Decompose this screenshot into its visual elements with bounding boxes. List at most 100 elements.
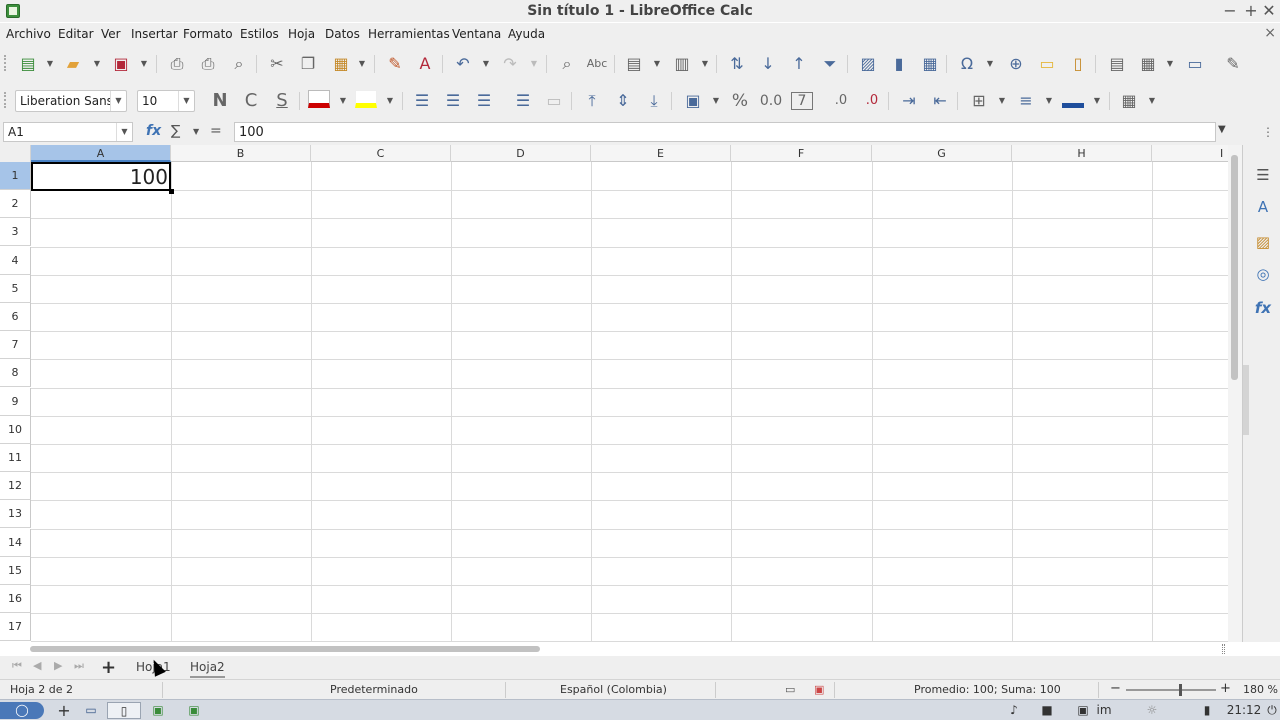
pivot-table-icon[interactable]: ▦: [919, 53, 941, 75]
italic-button[interactable]: C: [240, 90, 262, 112]
column-icon[interactable]: ▥: [671, 53, 693, 75]
next-sheet-icon[interactable]: ▶: [54, 659, 62, 672]
number-format-button[interactable]: 0.0: [756, 90, 786, 112]
column-header-f[interactable]: F: [731, 145, 872, 162]
border-color-icon[interactable]: [1062, 90, 1084, 112]
column-header-c[interactable]: C: [311, 145, 451, 162]
column-header-h[interactable]: H: [1012, 145, 1152, 162]
percent-format-button[interactable]: %: [729, 90, 751, 112]
chevron-down-icon[interactable]: ▼: [116, 123, 132, 141]
undo-dropdown-icon[interactable]: ▼: [482, 53, 490, 75]
header-footer-icon[interactable]: ▯: [1067, 53, 1089, 75]
freeze-rows-columns-icon[interactable]: ▦: [1137, 53, 1159, 75]
print-icon[interactable]: ⎙: [197, 53, 219, 75]
last-sheet-icon[interactable]: ⏭: [74, 659, 84, 673]
power-icon[interactable]: ⏻: [1264, 702, 1280, 719]
row-header-10[interactable]: 10: [0, 416, 31, 444]
row-header-5[interactable]: 5: [0, 275, 31, 303]
clone-formatting-icon[interactable]: ✎: [384, 53, 406, 75]
align-center-icon[interactable]: ☰: [442, 90, 464, 112]
ime-indicator[interactable]: im: [1096, 702, 1112, 719]
cells-area[interactable]: 100: [31, 162, 1231, 642]
redo-dropdown-icon[interactable]: ▼: [530, 53, 538, 75]
sort-icon[interactable]: ⇅: [726, 53, 748, 75]
special-character-icon[interactable]: Ω: [956, 53, 978, 75]
fill-handle[interactable]: [169, 189, 174, 194]
align-bottom-icon[interactable]: ⤓: [643, 90, 665, 112]
sidebar-resize-handle[interactable]: [1243, 365, 1249, 435]
hyperlink-icon[interactable]: ⊕: [1005, 53, 1027, 75]
border-color-dropdown-icon[interactable]: ▼: [1093, 90, 1101, 112]
insert-chart-icon[interactable]: ▮: [888, 53, 910, 75]
scrollbar-splitter[interactable]: [1222, 644, 1225, 654]
name-box[interactable]: A1 ▼: [3, 122, 133, 142]
menu-hoja[interactable]: Hoja: [288, 27, 315, 41]
row-header-16[interactable]: 16: [0, 585, 31, 613]
underline-button[interactable]: S: [271, 90, 293, 112]
sheet-tab-hoja2[interactable]: Hoja2: [190, 660, 225, 678]
toolbar-grip[interactable]: [4, 92, 6, 108]
row-header-1[interactable]: 1: [0, 162, 31, 190]
add-launcher-icon[interactable]: +: [56, 702, 72, 719]
paste-icon[interactable]: ▦: [330, 53, 352, 75]
calc-task-active-icon[interactable]: ▣: [182, 702, 206, 719]
function-wizard-icon[interactable]: fx: [146, 123, 161, 139]
start-menu-icon[interactable]: ◯: [0, 702, 44, 719]
sum-icon[interactable]: ∑: [171, 123, 180, 139]
column-header-g[interactable]: G: [872, 145, 1012, 162]
desktop-icon[interactable]: ▭: [80, 702, 102, 719]
close-window-button[interactable]: ✕: [1259, 1, 1279, 21]
properties-icon[interactable]: ☰: [1253, 165, 1273, 185]
window-switcher-icon[interactable]: ▯: [107, 702, 141, 719]
gallery-icon[interactable]: ▨: [1253, 232, 1273, 252]
previous-sheet-icon[interactable]: ◀: [33, 659, 41, 672]
vertical-scroll-thumb[interactable]: [1231, 155, 1238, 380]
copy-icon[interactable]: ❐: [297, 53, 319, 75]
cell-a1[interactable]: 100: [31, 162, 171, 191]
save-dropdown-icon[interactable]: ▼: [140, 53, 148, 75]
row-header-14[interactable]: 14: [0, 529, 31, 557]
undo-icon[interactable]: ↶: [452, 53, 474, 75]
autofilter-icon[interactable]: ⏷: [819, 53, 841, 75]
close-document-icon[interactable]: ×: [1264, 25, 1276, 41]
menu-archivo[interactable]: Archivo: [6, 27, 51, 41]
zoom-slider[interactable]: [1126, 684, 1216, 696]
print-preview-icon[interactable]: ⌕: [228, 53, 250, 75]
row-header-6[interactable]: 6: [0, 303, 31, 331]
spelling-icon[interactable]: Abc: [586, 53, 608, 75]
currency-dropdown-icon[interactable]: ▼: [712, 90, 720, 112]
increase-indent-icon[interactable]: ⇥: [898, 90, 920, 112]
language[interactable]: Español (Colombia): [560, 683, 667, 696]
borders-dropdown-icon[interactable]: ▼: [998, 90, 1006, 112]
row-header-12[interactable]: 12: [0, 472, 31, 500]
row-header-7[interactable]: 7: [0, 331, 31, 359]
first-sheet-icon[interactable]: ⏮: [12, 659, 22, 673]
formula-equals-icon[interactable]: =: [210, 123, 222, 139]
clock[interactable]: 21:12: [1226, 702, 1262, 719]
menu-ayuda[interactable]: Ayuda: [508, 27, 545, 41]
select-all-corner[interactable]: [0, 145, 31, 162]
currency-format-icon[interactable]: ▣: [682, 90, 704, 112]
zoom-in-icon[interactable]: +: [1220, 681, 1231, 696]
row-icon[interactable]: ▤: [623, 53, 645, 75]
chevron-down-icon[interactable]: ▼: [178, 91, 194, 111]
zoom-out-icon[interactable]: −: [1110, 681, 1121, 696]
minimize-button[interactable]: −: [1220, 1, 1240, 21]
weather-icon[interactable]: ☼: [1128, 702, 1176, 719]
merge-cells-icon[interactable]: ▭: [543, 90, 565, 112]
menu-estilos[interactable]: Estilos: [240, 27, 279, 41]
align-top-icon[interactable]: ⤒: [581, 90, 603, 112]
cut-icon[interactable]: ✂: [266, 53, 288, 75]
find-replace-icon[interactable]: ⌕: [556, 53, 578, 75]
date-format-button[interactable]: 7: [791, 92, 813, 110]
maximize-button[interactable]: +: [1241, 1, 1261, 21]
column-dropdown-icon[interactable]: ▼: [701, 53, 709, 75]
center-vertically-icon[interactable]: ⇕: [612, 90, 634, 112]
functions-icon[interactable]: fx: [1253, 298, 1273, 318]
font-color-icon[interactable]: [308, 90, 330, 112]
calc-task-icon[interactable]: ▣: [146, 702, 170, 719]
row-header-3[interactable]: 3: [0, 218, 31, 246]
export-pdf-icon[interactable]: ⎙: [166, 53, 188, 75]
sidebar-menu-icon[interactable]: ⋮: [1262, 125, 1274, 139]
freeze-dropdown-icon[interactable]: ▼: [1166, 53, 1174, 75]
